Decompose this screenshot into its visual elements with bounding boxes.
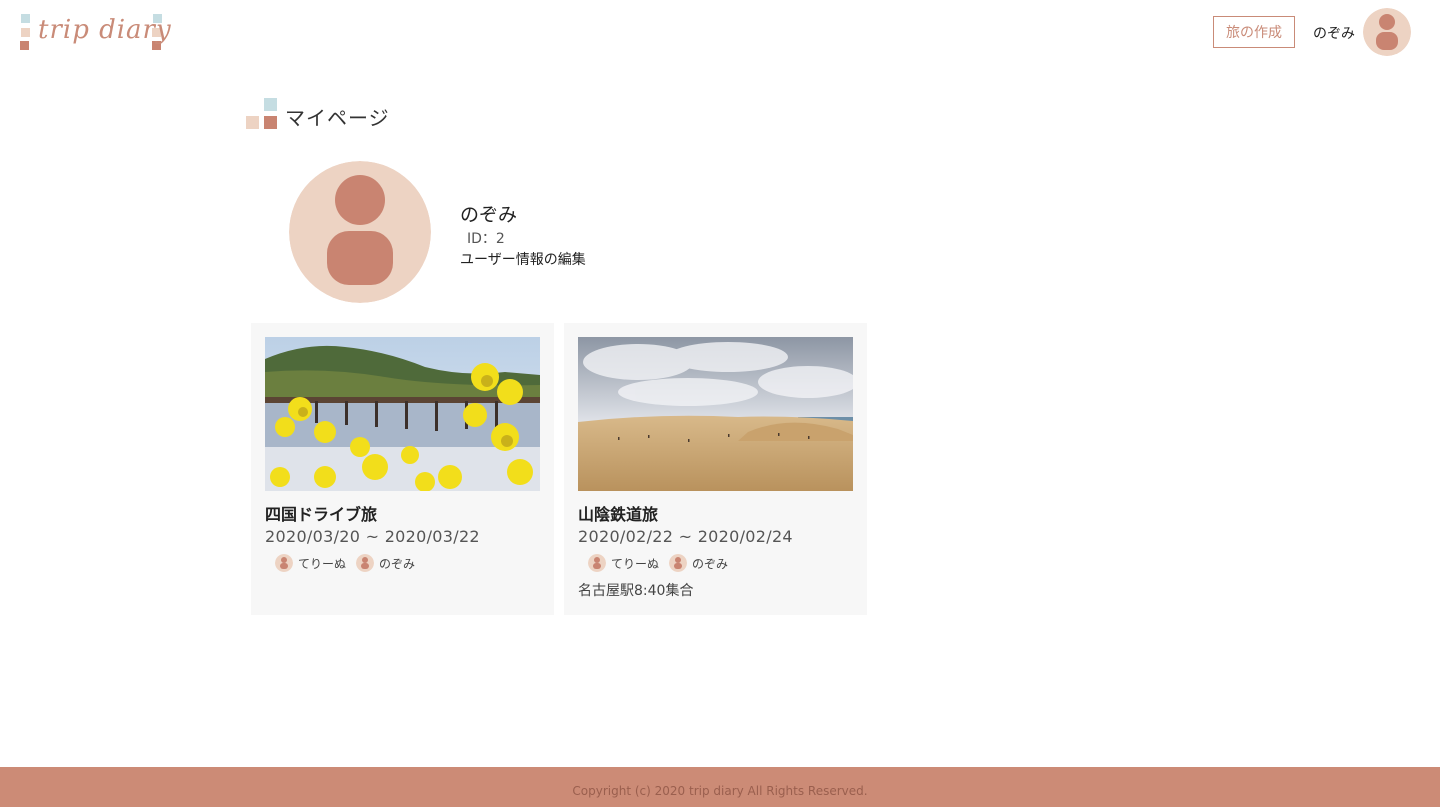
trip-card[interactable]: 四国ドライブ旅 2020/03/20 ~ 2020/03/22 てりーぬ のぞみ xyxy=(251,323,554,615)
trip-card[interactable]: 山陰鉄道旅 2020/02/22 ~ 2020/02/24 てりーぬ のぞみ 名… xyxy=(564,323,867,615)
edit-profile-link[interactable]: ユーザー情報の編集 xyxy=(460,249,586,269)
title-squares-icon xyxy=(246,98,278,130)
bridge-flowers-photo[interactable] xyxy=(265,337,540,491)
user-avatar-icon xyxy=(356,554,375,572)
header-username[interactable]: のぞみ xyxy=(1313,23,1355,43)
logo-text: trip diary xyxy=(38,15,172,45)
member-item: のぞみ xyxy=(356,554,415,572)
member-item: のぞみ xyxy=(669,554,728,572)
trip-title[interactable]: 山陰鉄道旅 xyxy=(578,501,658,525)
trip-members: てりーぬ のぞみ xyxy=(588,554,738,572)
member-name: てりーぬ xyxy=(298,556,347,571)
logo-square xyxy=(21,28,30,37)
site-footer: Copyright (c) 2020 trip diary All Rights… xyxy=(0,767,1440,807)
member-name: のぞみ xyxy=(379,556,416,571)
user-avatar-icon xyxy=(275,554,293,572)
trip-dates: 2020/03/20 ~ 2020/03/22 xyxy=(265,527,480,546)
member-item: てりーぬ xyxy=(275,554,346,572)
sand-dunes-photo[interactable] xyxy=(578,337,853,491)
trip-members: てりーぬ のぞみ xyxy=(275,554,425,572)
user-avatar-icon xyxy=(289,161,431,303)
site-logo[interactable]: trip diary xyxy=(18,13,171,53)
trip-title[interactable]: 四国ドライブ旅 xyxy=(265,501,377,525)
logo-square xyxy=(20,41,29,50)
member-name: てりーぬ xyxy=(611,556,660,571)
profile-name: のぞみ xyxy=(460,204,518,226)
user-avatar-icon[interactable] xyxy=(1363,8,1411,56)
member-name: のぞみ xyxy=(692,556,729,571)
user-avatar-icon xyxy=(669,554,688,572)
trip-note: 名古屋駅8:40集合 xyxy=(578,583,694,599)
copyright-text: Copyright (c) 2020 trip diary All Rights… xyxy=(572,784,868,798)
user-avatar-icon xyxy=(588,554,606,572)
logo-square xyxy=(21,14,30,23)
member-item: てりーぬ xyxy=(588,554,659,572)
create-trip-button[interactable]: 旅の作成 xyxy=(1213,16,1295,48)
trip-dates: 2020/02/22 ~ 2020/02/24 xyxy=(578,527,793,546)
profile-id: ID：2 xyxy=(467,231,505,247)
page-title: マイページ xyxy=(285,106,390,130)
